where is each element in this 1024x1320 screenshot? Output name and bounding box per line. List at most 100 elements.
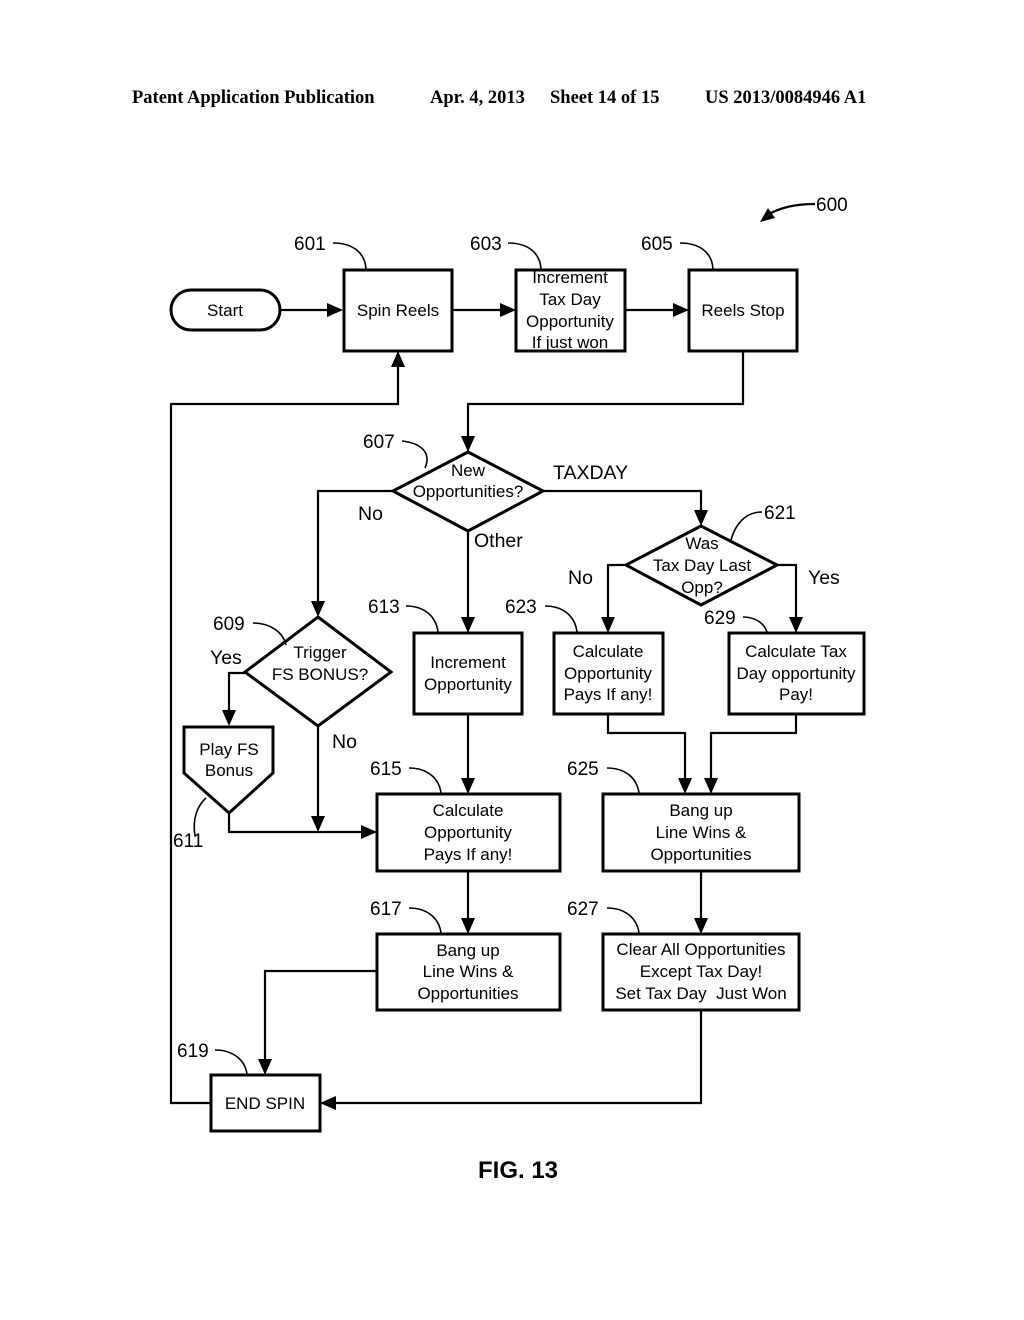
node-615-line-1: Calculate — [433, 801, 504, 820]
flowchart-diagram: Start Spin Reels Increment Tax Day Oppor… — [169, 195, 866, 1184]
node-617-line-3: Opportunities — [417, 984, 518, 1003]
figure-ref-arrow — [765, 202, 816, 217]
arrowhead — [704, 778, 718, 794]
connector-629-to-625 — [709, 714, 798, 781]
node-627-line-2: Except Tax Day! — [640, 962, 763, 981]
arrowhead — [461, 436, 475, 452]
node-627-line-1: Clear All Opportunities — [616, 940, 785, 959]
ref-623: 623 — [505, 597, 537, 618]
leader-623 — [544, 605, 578, 633]
connector-621-yes-to-629 — [777, 563, 798, 620]
arrowhead — [391, 351, 405, 367]
node-611-line-2: Bonus — [205, 761, 253, 780]
node-615-line-3: Pays If any! — [424, 845, 513, 864]
node-623-line-3: Pays If any! — [564, 685, 653, 704]
node-619-label: END SPIN — [225, 1094, 305, 1113]
figure-label: FIG. 13 — [478, 1157, 558, 1184]
connector-627-to-619 — [332, 1010, 703, 1105]
connector-607-taxday-to-621 — [543, 489, 703, 514]
node-629-line-2: Day opportunity — [736, 664, 856, 683]
node-627-line-3: Set Tax Day Just Won — [615, 984, 786, 1003]
branch-621-yes: Yes — [808, 567, 840, 589]
arrowhead — [673, 303, 689, 317]
node-621-line-2: Tax Day Last — [653, 556, 752, 575]
leader-607 — [401, 440, 428, 469]
ref-619: 619 — [177, 1041, 209, 1062]
node-607-line-1: New — [451, 461, 486, 480]
leader-621 — [730, 511, 763, 541]
arrowhead — [327, 303, 343, 317]
ref-600: 600 — [816, 195, 848, 216]
node-611-line-1: Play FS — [199, 740, 259, 759]
node-613-line-1: Increment — [430, 653, 506, 672]
node-623-line-1: Calculate — [573, 642, 644, 661]
ref-613: 613 — [368, 597, 400, 618]
node-601-label: Spin Reels — [357, 301, 439, 320]
node-615-line-2: Opportunity — [424, 823, 512, 842]
branch-621-no: No — [568, 567, 593, 589]
node-605-label: Reels Stop — [701, 301, 784, 320]
node-603-line-3: Opportunity — [526, 312, 614, 331]
node-617-line-2: Line Wins & — [423, 962, 514, 981]
connector-617-to-619 — [263, 969, 377, 1062]
node-603-line-2: Tax Day — [539, 290, 601, 309]
process-box-613 — [412, 631, 524, 716]
node-609-line-2: FS BONUS? — [272, 665, 368, 684]
node-625-line-2: Line Wins & — [656, 823, 747, 842]
start-label: Start — [207, 301, 243, 320]
node-603-line-1: Increment — [532, 268, 608, 287]
branch-607-taxday: TAXDAY — [553, 462, 628, 484]
arrowhead — [461, 778, 475, 794]
leader-619 — [214, 1049, 248, 1075]
connector-609-yes-to-611 — [227, 671, 245, 714]
leader-627 — [606, 907, 640, 934]
ref-629: 629 — [704, 608, 736, 629]
ref-605: 605 — [641, 234, 673, 255]
ref-621: 621 — [764, 503, 796, 524]
leader-603 — [507, 242, 542, 270]
ref-627: 627 — [567, 899, 599, 920]
ref-607: 607 — [363, 432, 395, 453]
leader-609 — [252, 622, 287, 646]
arrowhead — [222, 710, 236, 726]
node-607-line-2: Opportunities? — [413, 482, 524, 501]
arrowhead — [311, 601, 325, 617]
branch-609-yes: Yes — [210, 647, 242, 669]
ref-611: 611 — [173, 831, 203, 852]
ref-601: 601 — [294, 234, 326, 255]
leader-605 — [679, 242, 714, 270]
arrowhead — [694, 510, 708, 526]
arrowhead — [694, 918, 708, 934]
leader-613 — [405, 605, 439, 633]
node-629-line-1: Calculate Tax — [745, 642, 847, 661]
arrowhead — [601, 617, 615, 633]
node-621-line-1: Was — [685, 534, 718, 553]
branch-607-other: Other — [474, 530, 523, 552]
node-629-line-3: Pay! — [779, 685, 813, 704]
figure-ref-arrowhead — [760, 208, 775, 222]
arrowhead — [311, 816, 325, 832]
connector-623-to-625 — [606, 714, 687, 781]
arrowhead — [789, 617, 803, 633]
arrowhead — [678, 778, 692, 794]
ref-615: 615 — [370, 759, 402, 780]
ref-617: 617 — [370, 899, 402, 920]
node-621-line-3: Opp? — [681, 578, 723, 597]
arrowhead — [361, 825, 377, 839]
leader-629 — [742, 616, 768, 633]
branch-609-no: No — [332, 731, 357, 753]
arrowhead — [461, 918, 475, 934]
node-617-line-1: Bang up — [436, 941, 499, 960]
arrowhead — [320, 1096, 336, 1110]
ref-609: 609 — [213, 614, 245, 635]
node-609-line-1: Trigger — [293, 643, 347, 662]
node-623-line-2: Opportunity — [564, 664, 652, 683]
node-625-line-3: Opportunities — [650, 845, 751, 864]
branch-607-no: No — [358, 503, 383, 525]
arrowhead — [500, 303, 516, 317]
leader-617 — [408, 907, 442, 934]
node-603-line-4: If just won — [532, 333, 609, 352]
leader-615 — [408, 767, 442, 794]
connector-605-to-607 — [466, 351, 745, 440]
leader-625 — [606, 767, 640, 794]
